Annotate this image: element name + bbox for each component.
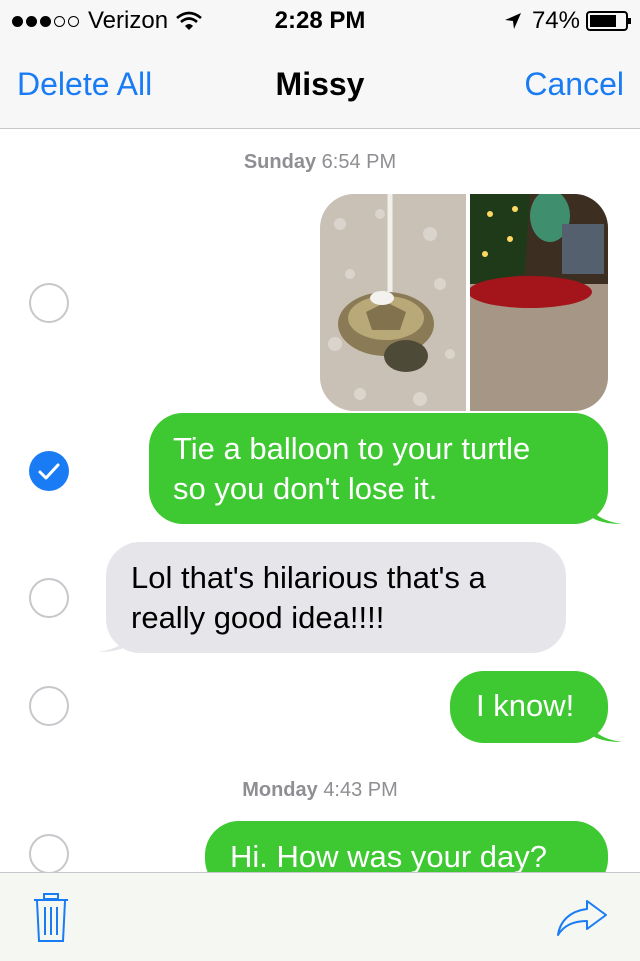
battery-percent: 74% <box>531 7 580 34</box>
timestamp-day: Sunday <box>243 151 317 173</box>
cancel-button[interactable]: Cancel <box>524 66 624 103</box>
navigation-bar: Delete All Missy Cancel <box>0 40 640 129</box>
message-text-line: really good idea!!!! <box>131 600 385 635</box>
message-text-line: Lol that's hilarious that's a <box>131 560 486 595</box>
select-circle[interactable] <box>29 578 69 618</box>
timestamp-time: 4:43 PM <box>323 779 398 801</box>
bottom-toolbar <box>0 872 640 961</box>
battery-icon <box>586 11 631 31</box>
message-bubble-incoming[interactable]: Lol that's hilarious that's a really goo… <box>106 542 566 653</box>
forward-icon[interactable] <box>556 899 608 937</box>
timestamp-day: Monday <box>242 779 318 801</box>
turtle-photo <box>320 194 466 411</box>
message-bubble-outgoing[interactable]: Tie a balloon to your turtle so you don'… <box>149 413 608 524</box>
message-photo[interactable] <box>320 194 608 411</box>
select-circle[interactable] <box>29 834 69 874</box>
select-circle[interactable] <box>29 283 69 323</box>
message-bubble-outgoing[interactable]: I know! <box>450 671 608 743</box>
message-text-line: Tie a balloon to your turtle <box>173 431 531 466</box>
select-circle[interactable] <box>29 686 69 726</box>
select-circle-checked[interactable] <box>29 451 69 491</box>
trash-icon[interactable] <box>33 893 69 943</box>
message-text-line: so you don't lose it. <box>173 471 438 506</box>
christmas-tree-photo <box>470 194 608 411</box>
status-bar: Verizon 2:28 PM 74% <box>0 0 640 40</box>
battery-info: 74% <box>504 7 632 35</box>
timestamp-sunday: Sunday 6:54 PM <box>0 151 640 174</box>
message-text-line: Hi. How was your day? <box>230 839 548 874</box>
timestamp-time: 6:54 PM <box>321 151 397 173</box>
message-text-line: I know! <box>476 688 575 723</box>
checkmark-icon <box>38 463 60 480</box>
timestamp-monday: Monday 4:43 PM <box>0 779 640 802</box>
location-arrow-icon <box>504 13 521 29</box>
